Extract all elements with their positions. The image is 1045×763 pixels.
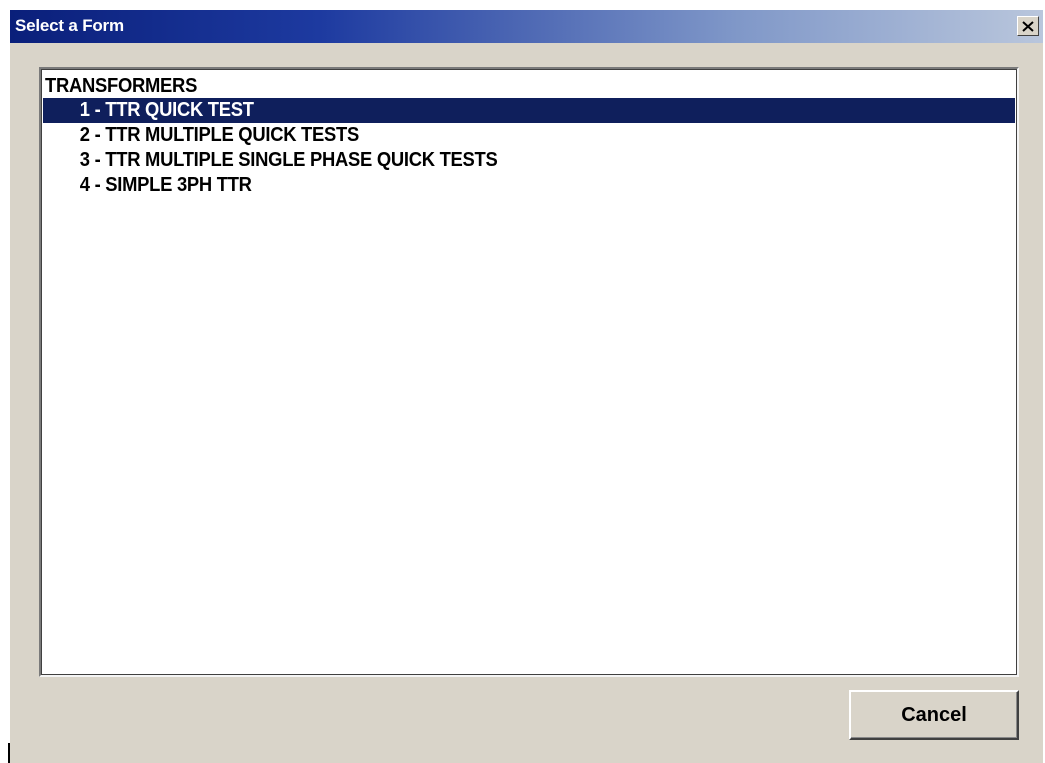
close-icon [1022,20,1034,32]
close-button[interactable] [1017,16,1039,36]
window-title: Select a Form [15,16,124,35]
list-item[interactable]: 3 - TTR MULTIPLE SINGLE PHASE QUICK TEST… [43,148,1015,173]
list-item-label: 1 - TTR QUICK TEST [79,99,254,121]
list-item-label: 3 - TTR MULTIPLE SINGLE PHASE QUICK TEST… [79,149,498,171]
cancel-button[interactable]: Cancel [849,690,1019,740]
list-item[interactable]: 2 - TTR MULTIPLE QUICK TESTS [43,123,1015,148]
select-form-dialog: Select a Form TRANSFORMERS 1 - TTR QUICK… [10,10,1043,763]
list-item[interactable]: 4 - SIMPLE 3PH TTR [43,173,1015,198]
list-item[interactable]: 1 - TTR QUICK TEST [43,98,1015,123]
list-item-label: 4 - SIMPLE 3PH TTR [79,174,252,196]
list-item-label: 2 - TTR MULTIPLE QUICK TESTS [79,124,359,146]
title-bar[interactable]: Select a Form [10,10,1043,43]
list-group-transformers: TRANSFORMERS [45,75,198,97]
form-list[interactable]: TRANSFORMERS 1 - TTR QUICK TEST 2 - TTR … [39,67,1019,677]
